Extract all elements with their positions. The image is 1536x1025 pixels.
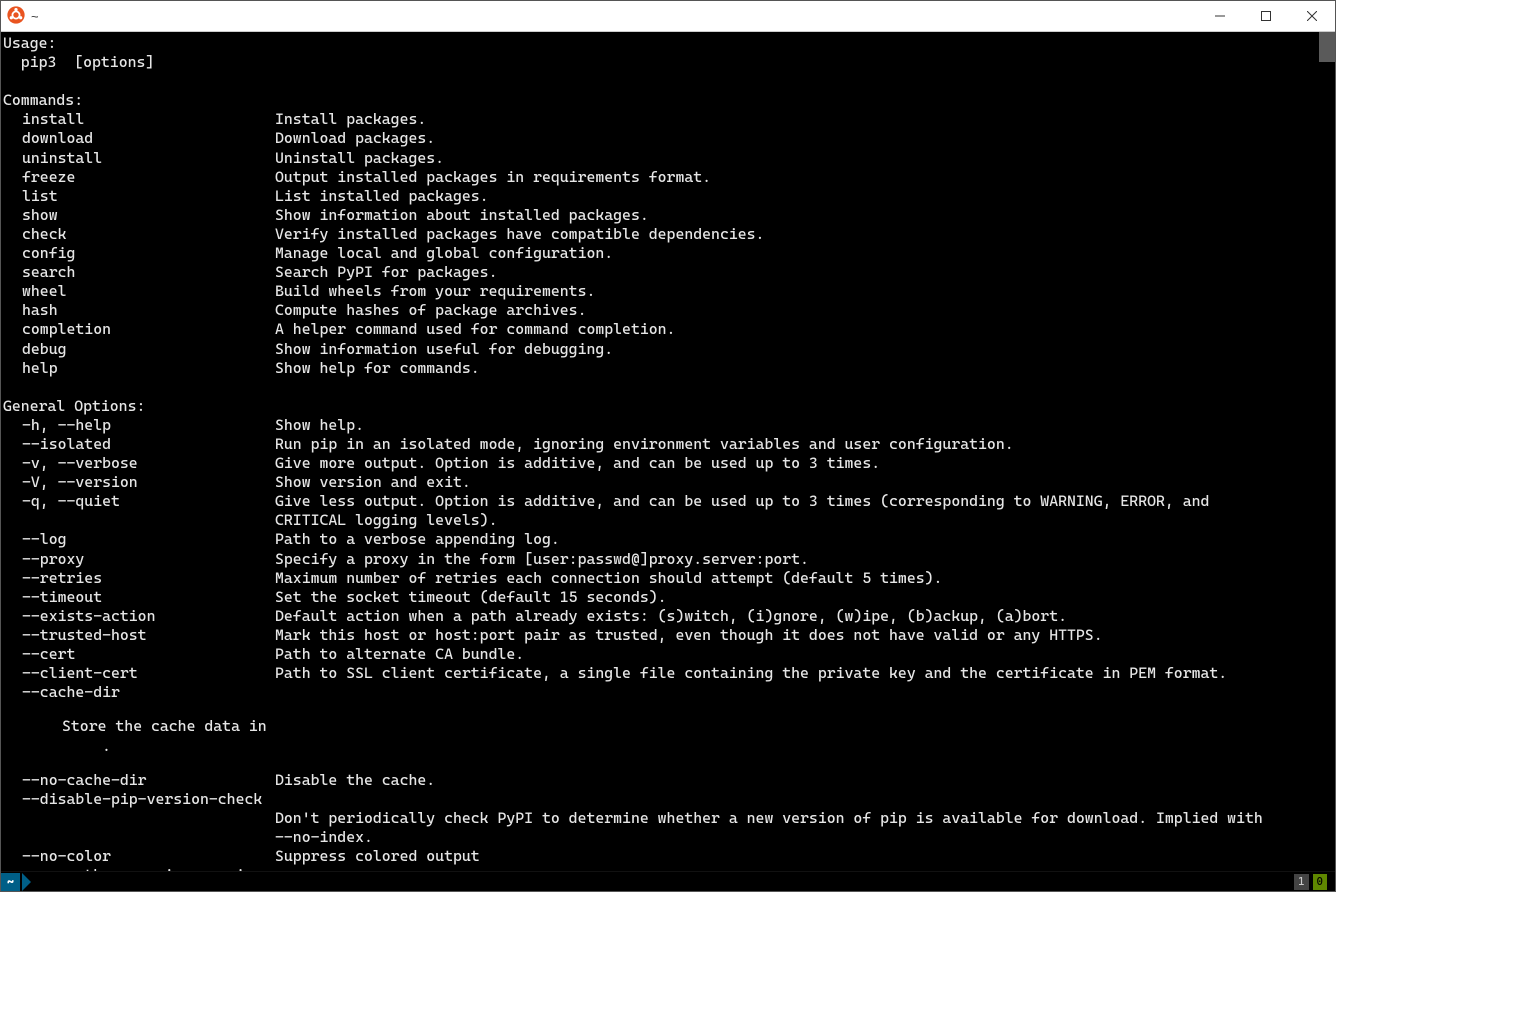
scrollbar[interactable] (1319, 32, 1335, 871)
status-badge-2: 0 (1313, 874, 1327, 890)
scrollbar-thumb[interactable] (1319, 32, 1335, 62)
window-title: ~ (31, 9, 39, 24)
terminal-output[interactable]: Usage: pip3 [options] Commands:installIn… (1, 32, 1319, 871)
close-button[interactable] (1289, 1, 1335, 31)
maximize-button[interactable] (1243, 1, 1289, 31)
status-tab[interactable]: ~ (1, 873, 20, 891)
status-badge-1: 1 (1294, 874, 1308, 890)
ubuntu-icon (7, 6, 25, 27)
minimize-button[interactable] (1197, 1, 1243, 31)
terminal-window: ~ Usage: pip3 [options] Commands:install… (0, 0, 1336, 892)
status-bar: ~ 1 0 (1, 871, 1335, 891)
titlebar: ~ (1, 1, 1335, 32)
